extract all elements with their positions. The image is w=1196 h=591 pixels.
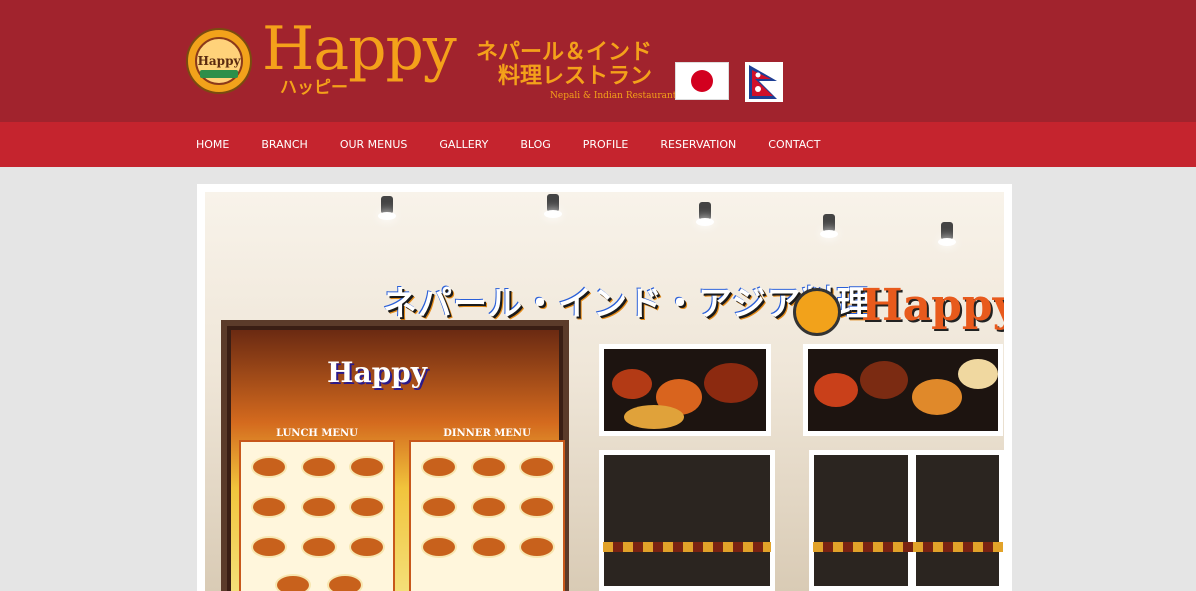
light-icon [544,194,562,218]
light-icon [820,214,838,238]
main-nav: HOME BRANCH OUR MENUS GALLERY BLOG PROFI… [0,122,1196,167]
nav-item-blog[interactable]: BLOG [504,122,566,167]
nav-item-contact[interactable]: CONTACT [752,122,836,167]
nav-item-branch[interactable]: BRANCH [245,122,323,167]
spice-window-left [599,344,771,436]
lunch-menu-heading: LUNCH MENU [276,428,358,439]
site-header: Happy Happy ハッピー ネパール＆インド 料理レストラン Nepali… [0,0,1196,122]
storefront-window-middle [809,450,913,591]
nav-item-profile[interactable]: PROFILE [567,122,645,167]
brand-kana: ハッピー [280,78,348,98]
spice-window-right [803,344,1003,436]
brand-name: Happy [262,14,457,84]
menu-board-title: Happy [327,356,428,389]
nav-item-reservation[interactable]: RESERVATION [644,122,752,167]
restaurant-storefront-photo: ネパール・インド・アジア料理 Happy Happy LUNCH MENU DI… [205,192,1004,591]
light-icon [938,222,956,246]
storefront-window-right [911,450,1004,591]
menu-board: Happy LUNCH MENU DINNER MENU [221,320,569,591]
tagline-line2: 料理レストラン [498,64,653,89]
site-logo[interactable]: Happy Happy ハッピー ネパール＆インド 料理レストラン Nepali… [186,14,676,104]
storefront-window-left [599,450,775,591]
logo-emblem-icon: Happy [186,28,252,94]
tagline-line1: ネパール＆インド [476,40,653,65]
light-icon [696,202,714,226]
dinner-menu-heading: DINNER MENU [443,428,531,439]
tagline-english: Nepali & Indian Restaurant [550,91,677,101]
nepal-flag-icon[interactable] [745,62,783,102]
japan-flag-icon[interactable] [675,62,729,100]
nav-item-gallery[interactable]: GALLERY [423,122,504,167]
dinner-menu-panel: DINNER MENU [409,428,565,591]
nav-item-our-menus[interactable]: OUR MENUS [324,122,424,167]
sign-brand: Happy [861,280,1004,331]
light-icon [378,196,396,220]
hero-photo-frame: ネパール・インド・アジア料理 Happy Happy LUNCH MENU DI… [197,184,1012,591]
sign-emblem-icon [793,288,841,336]
lunch-menu-panel: LUNCH MENU [239,428,395,591]
nav-item-home[interactable]: HOME [180,122,245,167]
